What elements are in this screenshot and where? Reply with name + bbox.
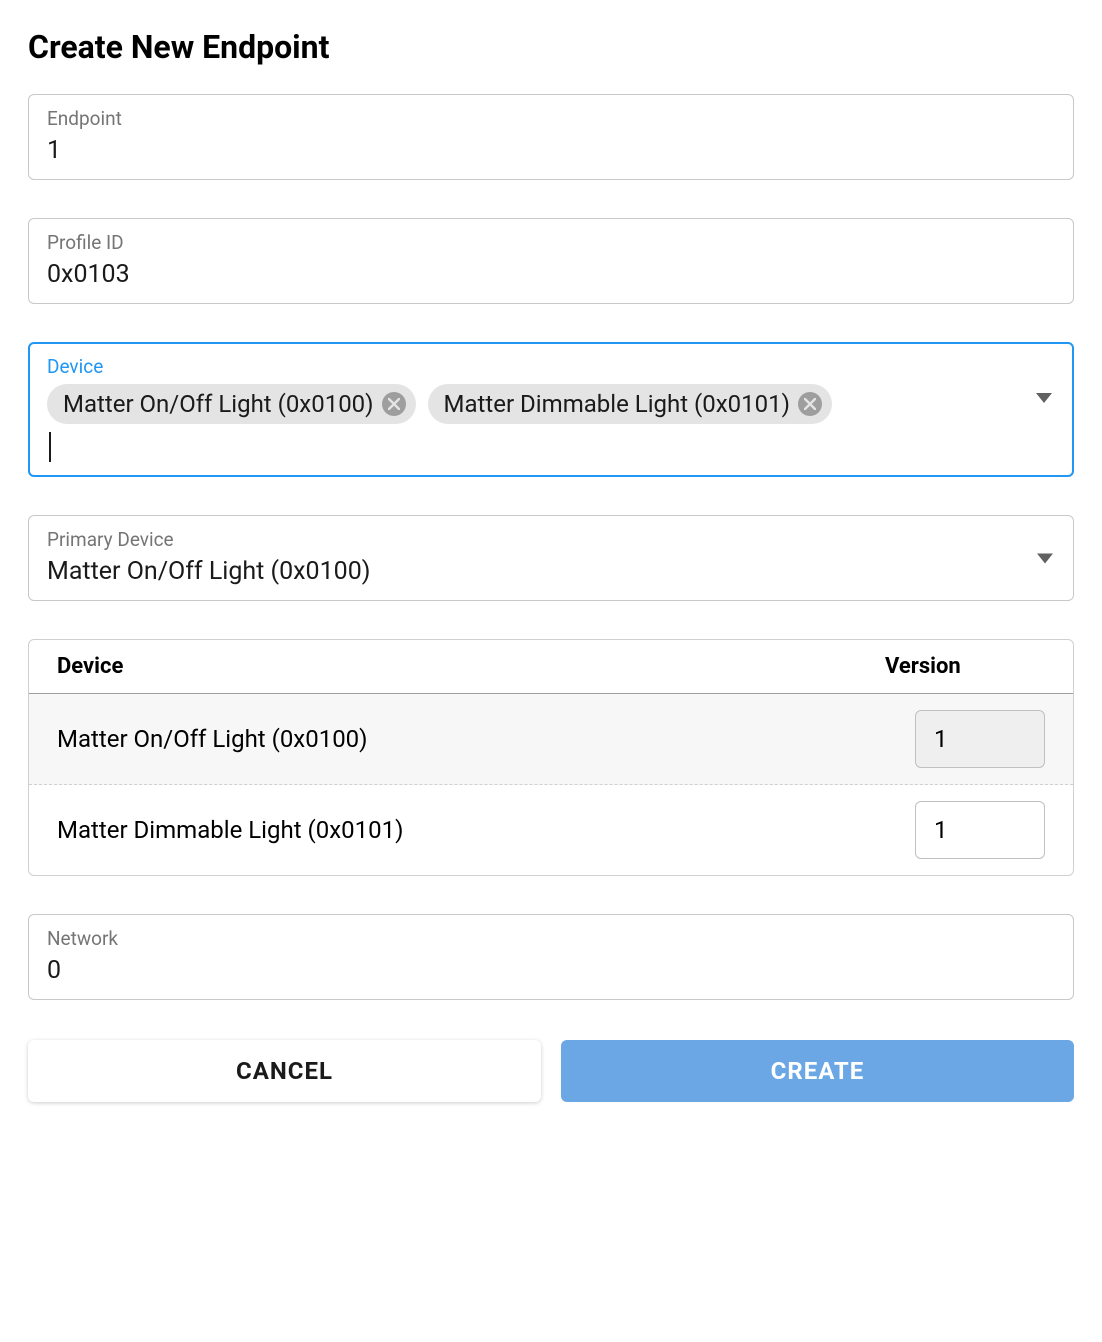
table-row: Matter On/Off Light (0x0100) (29, 694, 1073, 785)
close-icon[interactable] (382, 392, 406, 416)
dialog-title: Create New Endpoint (28, 28, 1074, 66)
network-input[interactable] (47, 956, 1055, 985)
version-input[interactable] (915, 710, 1045, 768)
device-chip-label: Matter On/Off Light (0x0100) (63, 390, 374, 418)
row-device-label: Matter Dimmable Light (0x0101) (57, 816, 403, 844)
profile-id-input[interactable] (47, 260, 1055, 289)
close-icon[interactable] (798, 392, 822, 416)
version-input[interactable] (915, 801, 1045, 859)
col-header-device: Device (57, 654, 123, 679)
dialog-actions: CANCEL CREATE (28, 1040, 1074, 1102)
primary-device-label: Primary Device (47, 528, 1055, 551)
primary-device-field[interactable]: Primary Device Matter On/Off Light (0x01… (28, 515, 1074, 601)
endpoint-field[interactable]: Endpoint (28, 94, 1074, 180)
device-label: Device (47, 355, 1055, 378)
device-chip-label: Matter Dimmable Light (0x0101) (444, 390, 790, 418)
col-header-version: Version (885, 654, 1045, 679)
table-header: Device Version (29, 640, 1073, 694)
endpoint-label: Endpoint (47, 107, 1055, 130)
device-field[interactable]: Device Matter On/Off Light (0x0100) Matt… (28, 342, 1074, 477)
primary-device-value: Matter On/Off Light (0x0100) (47, 557, 1055, 586)
text-cursor (49, 432, 51, 462)
create-button[interactable]: CREATE (561, 1040, 1074, 1102)
network-field[interactable]: Network (28, 914, 1074, 1000)
chevron-down-icon[interactable] (1036, 388, 1052, 407)
device-chip: Matter On/Off Light (0x0100) (47, 384, 416, 424)
device-chip: Matter Dimmable Light (0x0101) (428, 384, 832, 424)
table-row: Matter Dimmable Light (0x0101) (29, 785, 1073, 875)
cancel-button[interactable]: CANCEL (28, 1040, 541, 1102)
profile-id-label: Profile ID (47, 231, 1055, 254)
endpoint-input[interactable] (47, 136, 1055, 165)
device-version-table: Device Version Matter On/Off Light (0x01… (28, 639, 1074, 876)
chevron-down-icon[interactable] (1037, 549, 1053, 568)
network-label: Network (47, 927, 1055, 950)
profile-id-field[interactable]: Profile ID (28, 218, 1074, 304)
row-device-label: Matter On/Off Light (0x0100) (57, 725, 368, 753)
